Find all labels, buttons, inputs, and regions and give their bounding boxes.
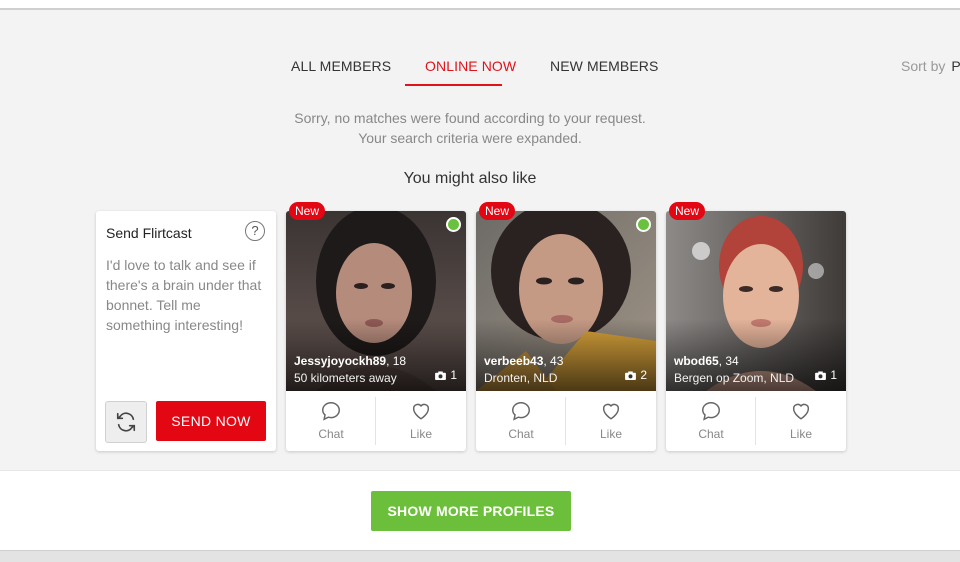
- profile-age: , 34: [718, 354, 739, 368]
- profile-actions: Chat Like: [286, 391, 466, 451]
- tab-all-members[interactable]: ALL MEMBERS: [291, 58, 391, 74]
- bottom-edge: [0, 550, 960, 562]
- chat-label: Chat: [508, 427, 534, 441]
- chat-button[interactable]: Chat: [286, 391, 376, 451]
- profile-actions: Chat Like: [666, 391, 846, 451]
- like-label: Like: [409, 427, 432, 441]
- photo-count-value: 1: [830, 368, 837, 382]
- like-label: Like: [789, 427, 812, 441]
- profile-card[interactable]: New Jessyjoyockh89, 18 50 kilometers awa…: [286, 202, 466, 451]
- new-badge: New: [669, 202, 706, 220]
- tab-online-now[interactable]: ONLINE NOW: [425, 58, 516, 74]
- suggestions-heading: You might also like: [403, 170, 537, 187]
- sort-by-label: Sort by: [901, 58, 946, 74]
- no-matches-message: Sorry, no matches were found according t…: [0, 108, 940, 148]
- camera-icon: [435, 370, 447, 380]
- photo-count-value: 1: [450, 368, 457, 382]
- profile-location: Bergen op Zoom, NLD: [674, 371, 795, 385]
- profile-card[interactable]: New: [666, 202, 846, 451]
- chat-label: Chat: [698, 427, 724, 441]
- flirtcast-title: Send Flirtcast: [106, 225, 192, 241]
- profile-username: wbod65: [674, 354, 719, 368]
- help-icon[interactable]: ?: [245, 221, 265, 241]
- flirtcast-message: I'd love to talk and see if there's a br…: [106, 257, 262, 333]
- profile-location: 50 kilometers away: [294, 371, 397, 385]
- heart-icon: [412, 403, 430, 420]
- member-tabs: ALL MEMBERS ONLINE NOW NEW MEMBERS: [0, 58, 960, 88]
- chat-icon: [512, 402, 530, 421]
- photo-count: 2: [625, 368, 647, 382]
- chat-icon: [322, 402, 340, 421]
- no-matches-line-1: Sorry, no matches were found according t…: [294, 110, 646, 126]
- profile-username: verbeeb43: [484, 354, 544, 368]
- new-badge: New: [479, 202, 516, 220]
- profile-name-age: Jessyjoyockh89, 18: [294, 354, 406, 368]
- show-more-section: SHOW MORE PROFILES: [0, 470, 960, 551]
- sort-by-control[interactable]: Sort by P: [901, 58, 960, 74]
- heart-icon: [602, 403, 620, 420]
- no-matches-line-2: Your search criteria were expanded.: [358, 130, 582, 146]
- online-indicator: [446, 217, 461, 232]
- refresh-button[interactable]: [105, 401, 147, 443]
- chat-button[interactable]: Chat: [476, 391, 566, 451]
- profile-name-age: wbod65, 34: [674, 354, 739, 368]
- active-tab-underline: [405, 84, 502, 86]
- profile-name-age: verbeeb43, 43: [484, 354, 563, 368]
- profile-card[interactable]: New: [476, 202, 656, 451]
- profile-location: Dronten, NLD: [484, 371, 558, 385]
- camera-icon: [815, 370, 827, 380]
- photo-count: 1: [435, 368, 457, 382]
- profile-age: , 43: [543, 354, 564, 368]
- profile-username: Jessyjoyockh89: [294, 354, 387, 368]
- new-badge: New: [289, 202, 326, 220]
- show-more-profiles-button[interactable]: SHOW MORE PROFILES: [371, 491, 571, 531]
- profile-age: , 18: [386, 354, 407, 368]
- like-label: Like: [599, 427, 622, 441]
- like-button[interactable]: Like: [756, 391, 846, 451]
- refresh-icon: [116, 412, 136, 432]
- online-indicator: [636, 217, 651, 232]
- like-button[interactable]: Like: [376, 391, 466, 451]
- camera-icon: [625, 370, 637, 380]
- chat-label: Chat: [318, 427, 344, 441]
- profile-actions: Chat Like: [476, 391, 656, 451]
- heart-icon: [792, 403, 810, 420]
- photo-count-value: 2: [640, 368, 647, 382]
- flirtcast-card: Send Flirtcast ? I'd love to talk and se…: [96, 211, 276, 451]
- chat-icon: [702, 402, 720, 421]
- like-button[interactable]: Like: [566, 391, 656, 451]
- sort-by-value[interactable]: P: [951, 58, 960, 74]
- tab-new-members[interactable]: NEW MEMBERS: [550, 58, 658, 74]
- members-panel: ALL MEMBERS ONLINE NOW NEW MEMBERS Sort …: [0, 10, 960, 470]
- send-now-button[interactable]: SEND NOW: [156, 401, 266, 441]
- top-bar-edge: [0, 0, 960, 10]
- photo-count: 1: [815, 368, 837, 382]
- chat-button[interactable]: Chat: [666, 391, 756, 451]
